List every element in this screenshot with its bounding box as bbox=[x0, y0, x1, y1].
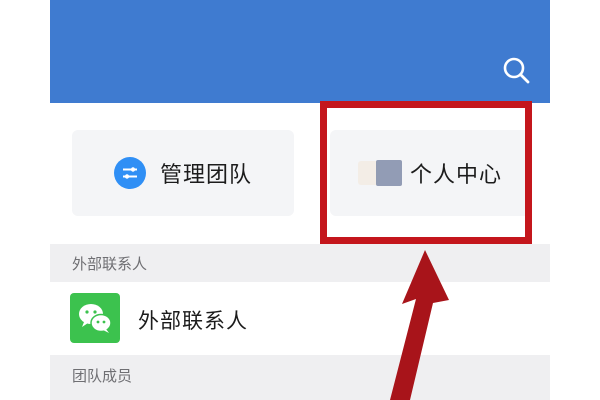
avatar-icon bbox=[357, 160, 408, 186]
app-screen: 管理团队 个人中心 外部联系人 外部联系人 团队成员 bbox=[50, 0, 550, 400]
wechat-icon bbox=[70, 293, 120, 343]
team-members-section-header: 团队成员 bbox=[50, 355, 550, 400]
external-contacts-item[interactable]: 外部联系人 bbox=[50, 282, 550, 355]
external-contacts-label: 外部联系人 bbox=[138, 309, 248, 333]
manage-team-button[interactable]: 管理团队 bbox=[72, 130, 294, 216]
sliders-icon bbox=[113, 157, 146, 189]
personal-center-label: 个人中心 bbox=[409, 163, 502, 188]
personal-center-button[interactable]: 个人中心 bbox=[330, 130, 530, 216]
manage-team-label: 管理团队 bbox=[159, 163, 252, 188]
top-bar bbox=[50, 0, 550, 103]
search-icon bbox=[503, 57, 530, 84]
section-title: 团队成员 bbox=[72, 367, 133, 385]
search-button[interactable] bbox=[502, 56, 532, 86]
section-title: 外部联系人 bbox=[72, 254, 148, 273]
external-contacts-section-header: 外部联系人 bbox=[50, 244, 550, 282]
